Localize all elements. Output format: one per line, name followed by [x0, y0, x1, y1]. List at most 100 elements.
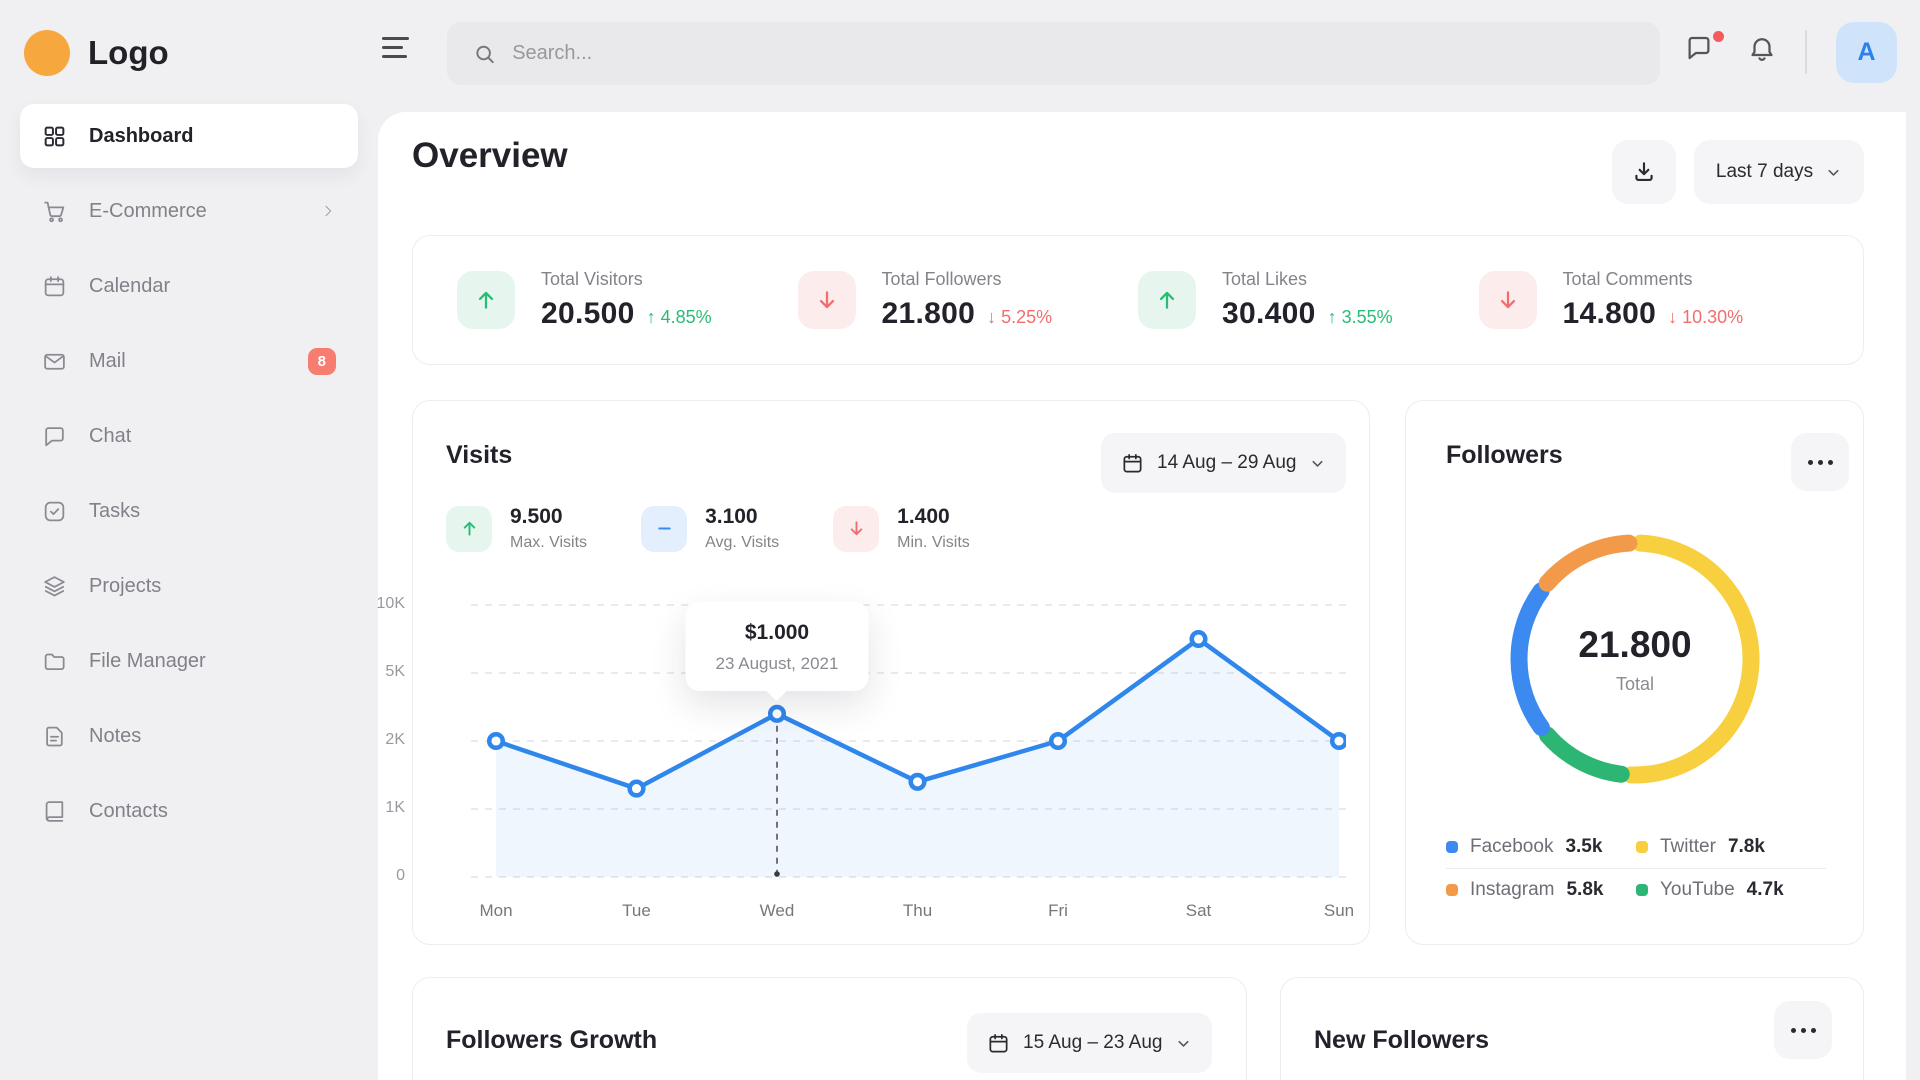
stat-label: Total Comments — [1563, 269, 1744, 290]
sidebar-item-label: E-Commerce — [89, 200, 207, 223]
search-icon — [473, 42, 496, 66]
sidebar-item-dashboard[interactable]: Dashboard — [20, 104, 358, 168]
arrow-down-icon — [798, 271, 856, 329]
stat-value: 9.500 — [510, 505, 587, 529]
arrow-up-icon — [1138, 271, 1196, 329]
sidebar-item-contacts[interactable]: Contacts — [20, 779, 358, 843]
sidebar-item-file-manager[interactable]: File Manager — [20, 629, 358, 693]
chevron-down-icon — [1825, 164, 1842, 181]
global-range-dropdown[interactable]: Last 7 days — [1694, 140, 1864, 204]
line-chart-svg — [471, 597, 1346, 887]
y-tick-label: 0 — [396, 867, 405, 885]
stat-value: 30.400 — [1222, 297, 1316, 331]
arrow-down-icon — [833, 506, 879, 552]
donut-center: 21.800 Total — [1505, 529, 1765, 789]
stat-total-followers: Total Followers 21.800 ↓ 5.25% — [798, 269, 1139, 331]
arrow-up-icon — [446, 506, 492, 552]
notifications-button[interactable] — [1747, 33, 1789, 75]
x-axis-labels: MonTueWedThuFriSatSun — [471, 901, 1346, 925]
topbar-divider — [1805, 30, 1807, 74]
logo-mark — [24, 30, 70, 76]
sidebar-item-label: Contacts — [89, 800, 168, 823]
download-button[interactable] — [1612, 140, 1676, 204]
stat-delta: ↓ 5.25% — [987, 307, 1052, 328]
stat-label: Total Likes — [1222, 269, 1393, 290]
chat-icon — [42, 424, 67, 449]
y-tick-label: 10K — [377, 595, 405, 613]
new-followers-title: New Followers — [1314, 1026, 1489, 1055]
stat-total-comments: Total Comments 14.800 ↓ 10.30% — [1479, 269, 1820, 331]
sidebar-item-label: Mail — [89, 350, 126, 373]
instagram-dot — [1446, 884, 1458, 896]
y-tick-label: 1K — [385, 799, 405, 817]
logo-text: Logo — [88, 34, 169, 72]
new-followers-more-button[interactable] — [1774, 1001, 1832, 1059]
sidebar-item-chat[interactable]: Chat — [20, 404, 358, 468]
chevron-down-icon — [1309, 455, 1326, 472]
mail-icon — [42, 349, 67, 374]
followers-title: Followers — [1446, 441, 1563, 470]
y-axis-labels: 0 1K 2K 5K 10K — [365, 597, 405, 887]
sidebar-item-projects[interactable]: Projects — [20, 554, 358, 618]
stats-summary-card: Total Visitors 20.500 ↑ 4.85% Total Foll… — [412, 235, 1864, 365]
calendar-icon — [42, 274, 67, 299]
sidebar-item-ecommerce[interactable]: E-Commerce — [20, 179, 358, 243]
new-followers-card: New Followers — [1280, 977, 1864, 1080]
tooltip-date: 23 August, 2021 — [716, 654, 839, 674]
stat-delta: ↑ 4.85% — [647, 307, 712, 328]
layers-icon — [42, 574, 67, 599]
folder-icon — [42, 649, 67, 674]
sidebar-item-notes[interactable]: Notes — [20, 704, 358, 768]
sidebar: Logo Dashboard E-Commerce Calend — [0, 0, 378, 1080]
legend-item-instagram: Instagram 5.8k — [1446, 879, 1636, 901]
y-tick-label: 2K — [385, 731, 405, 749]
x-axis-label: Sun — [1324, 901, 1354, 921]
sidebar-item-label: Notes — [89, 725, 141, 748]
followers-more-button[interactable] — [1791, 433, 1849, 491]
sidebar-item-label: Projects — [89, 575, 161, 598]
x-axis-label: Mon — [479, 901, 512, 921]
menu-toggle-button[interactable] — [382, 37, 410, 58]
visits-line-chart[interactable]: $1.000 23 August, 2021 — [471, 597, 1346, 887]
sidebar-item-tasks[interactable]: Tasks — [20, 479, 358, 543]
note-icon — [42, 724, 67, 749]
visits-date-range-dropdown[interactable]: 14 Aug – 29 Aug — [1101, 433, 1346, 493]
stat-value: 20.500 — [541, 297, 635, 331]
avg-visits-stat: 3.100 Avg. Visits — [641, 505, 779, 552]
stat-label: Total Followers — [882, 269, 1053, 290]
mail-unread-badge: 8 — [308, 348, 336, 375]
ellipsis-icon — [1791, 1028, 1816, 1033]
visits-summary: 9.500 Max. Visits 3.100 Avg. Visits 1. — [446, 505, 970, 552]
calendar-icon — [987, 1032, 1010, 1055]
search-input[interactable] — [512, 42, 1634, 65]
bell-icon — [1747, 33, 1777, 63]
message-square-icon — [1684, 33, 1714, 63]
sidebar-item-calendar[interactable]: Calendar — [20, 254, 358, 318]
followers-total-label: Total — [1616, 674, 1654, 695]
sidebar-nav: Dashboard E-Commerce Calendar Mail 8 — [0, 104, 378, 843]
x-axis-label: Sat — [1186, 901, 1212, 921]
stat-total-visitors: Total Visitors 20.500 ↑ 4.85% — [457, 269, 798, 331]
chart-tooltip: $1.000 23 August, 2021 — [686, 602, 869, 691]
user-avatar[interactable]: A — [1836, 22, 1897, 83]
sidebar-item-label: Chat — [89, 425, 131, 448]
tasks-icon — [42, 499, 67, 524]
download-icon — [1631, 159, 1657, 185]
x-axis-label: Tue — [622, 901, 651, 921]
min-visits-stat: 1.400 Min. Visits — [833, 505, 970, 552]
followers-growth-title: Followers Growth — [446, 1026, 657, 1055]
stat-label: Min. Visits — [897, 534, 970, 552]
stat-value: 14.800 — [1563, 297, 1657, 331]
messages-button[interactable] — [1684, 33, 1726, 75]
sidebar-item-label: Tasks — [89, 500, 140, 523]
growth-date-range-dropdown[interactable]: 15 Aug – 23 Aug — [967, 1013, 1212, 1073]
y-tick-label: 5K — [385, 663, 405, 681]
range-label: Last 7 days — [1716, 161, 1813, 183]
notification-dot — [1713, 31, 1724, 42]
stat-label: Max. Visits — [510, 534, 587, 552]
logo: Logo — [0, 0, 378, 104]
chevron-right-icon — [320, 203, 336, 219]
legend-item-facebook: Facebook 3.5k — [1446, 836, 1636, 858]
avatar-letter: A — [1857, 38, 1875, 67]
sidebar-item-mail[interactable]: Mail 8 — [20, 329, 358, 393]
